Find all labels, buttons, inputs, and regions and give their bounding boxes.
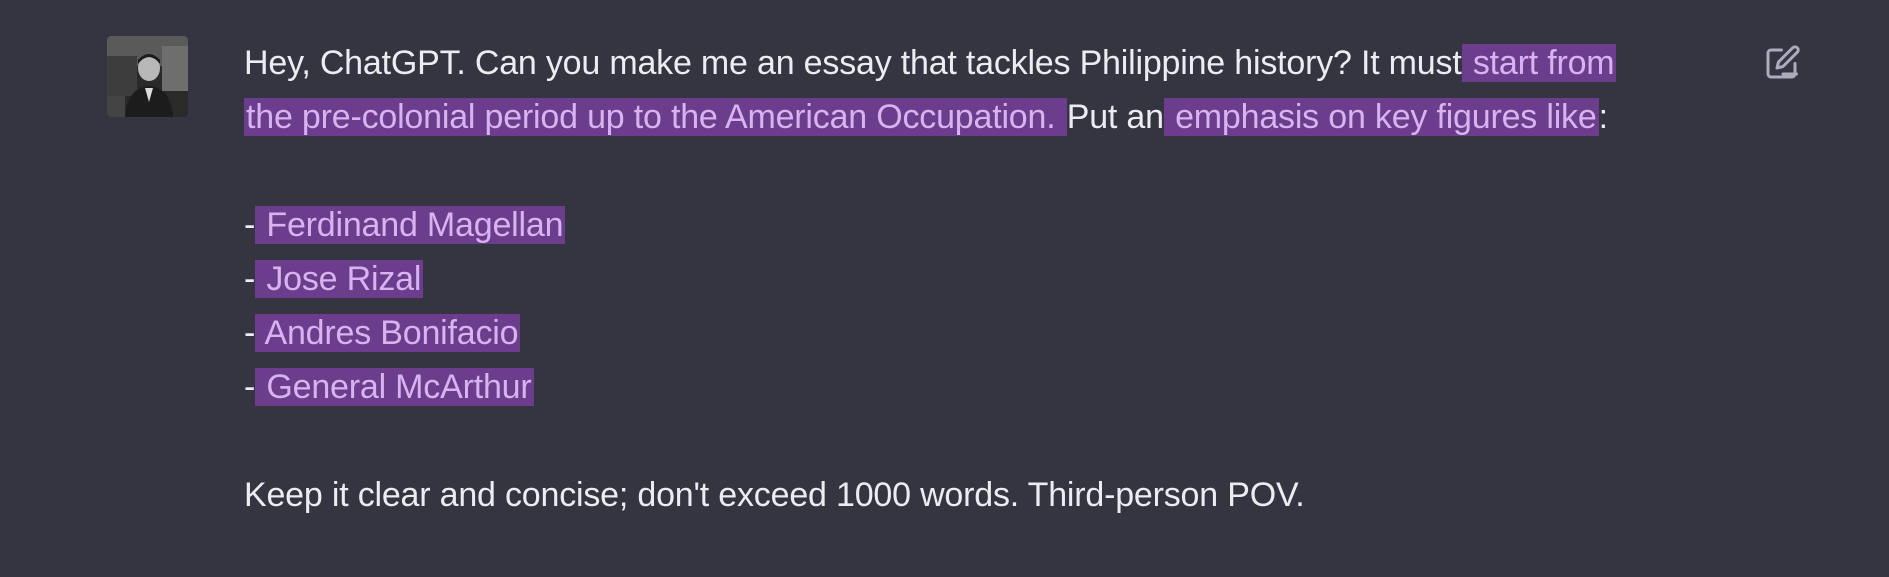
- highlighted-text: General McArthur: [255, 368, 534, 406]
- message-line-2: the pre-colonial period up to the Americ…: [244, 90, 1744, 144]
- edit-message-button[interactable]: [1765, 44, 1801, 80]
- message-line-1: Hey, ChatGPT. Can you make me an essay t…: [244, 36, 1744, 90]
- avatar-photo-icon: [107, 36, 188, 117]
- highlighted-text: Ferdinand Magellan: [255, 206, 566, 244]
- user-avatar: [107, 36, 188, 117]
- list-dash: -: [244, 368, 256, 406]
- highlighted-text: start from: [1461, 44, 1617, 82]
- highlighted-text: emphasis on key figures like: [1163, 98, 1599, 136]
- message-text-segment: Put an: [1066, 98, 1164, 136]
- user-message-row: Hey, ChatGPT. Can you make me an essay t…: [0, 0, 1889, 577]
- highlighted-text: the pre-colonial period up to the Americ…: [244, 98, 1067, 136]
- list-item: - Ferdinand Magellan: [244, 198, 1744, 252]
- message-text-segment: Keep it clear and concise; don't exceed …: [244, 476, 1305, 514]
- message-line-closing: Keep it clear and concise; don't exceed …: [244, 468, 1744, 522]
- message-content: Hey, ChatGPT. Can you make me an essay t…: [244, 36, 1744, 522]
- message-text-segment: :: [1598, 98, 1608, 136]
- highlighted-text: Andres Bonifacio: [255, 314, 521, 352]
- list-dash: -: [244, 260, 256, 298]
- highlighted-text: Jose Rizal: [255, 260, 424, 298]
- message-text-segment: Hey, ChatGPT. Can you make me an essay t…: [244, 44, 1462, 82]
- list-item: - General McArthur: [244, 360, 1744, 414]
- list-item: - Andres Bonifacio: [244, 306, 1744, 360]
- list-item: - Jose Rizal: [244, 252, 1744, 306]
- list-dash: -: [244, 314, 256, 352]
- list-dash: -: [244, 206, 256, 244]
- edit-icon: [1766, 45, 1800, 79]
